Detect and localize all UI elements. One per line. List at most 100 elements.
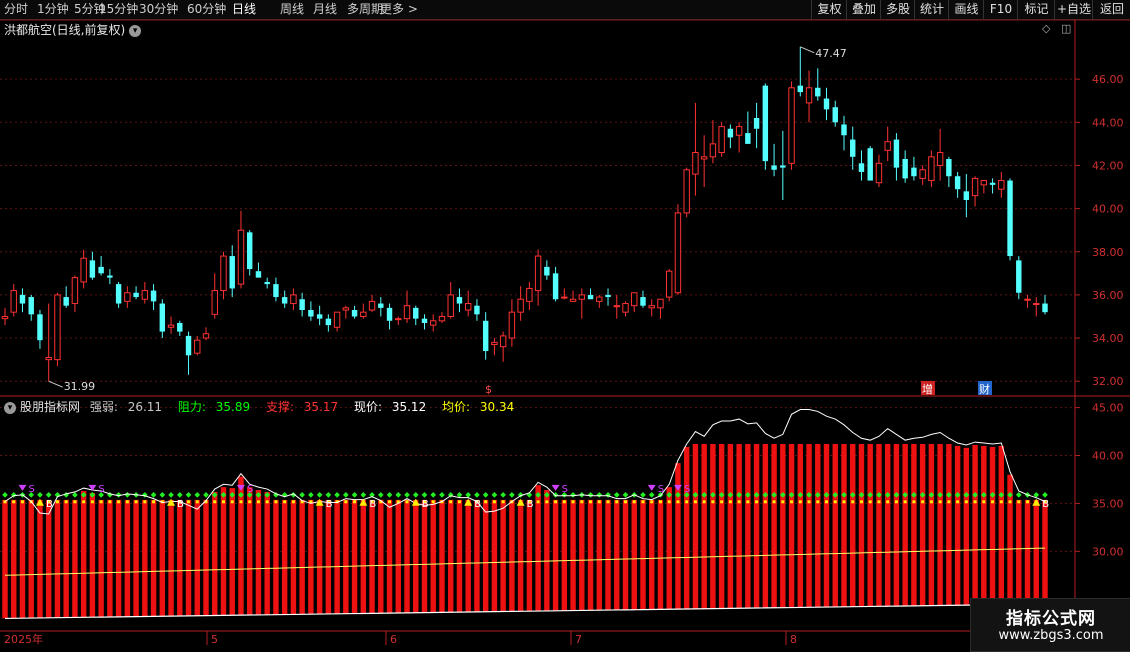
indicator-bar [605, 499, 611, 611]
indicator-bar [194, 499, 200, 616]
indicator-bar [255, 490, 262, 615]
support-dot [973, 500, 977, 504]
candle-body [534, 255, 542, 292]
indicator-bar [316, 499, 323, 615]
support-dot [921, 500, 925, 504]
candle-body [1007, 180, 1013, 257]
indicator-bar [692, 444, 699, 609]
kline-chart[interactable]: 46.00 44.00 42.00 40.00 38.00 36.00 34.00 32.00… [0, 0, 1130, 650]
resistance-dot [412, 492, 419, 498]
support-dot [143, 500, 147, 504]
candle-body [858, 163, 865, 172]
candle-body [762, 85, 769, 162]
candle-body [946, 158, 952, 177]
candle-body [718, 126, 725, 154]
indicator-bar [456, 499, 463, 613]
indicator-bar [867, 444, 873, 607]
x-axis-label: 2025年 [4, 632, 43, 646]
resistance-dot [509, 492, 515, 498]
candle-body [430, 320, 437, 326]
resistance-dot [648, 492, 655, 498]
indicator-bar [2, 499, 8, 619]
indicator-bar [911, 444, 917, 606]
candle-body [902, 158, 908, 179]
indicator-bar [430, 499, 436, 613]
indicator-bar [701, 444, 707, 609]
candle-body [1016, 260, 1022, 293]
candle-body [657, 298, 664, 309]
resistance-dot [168, 492, 174, 498]
candle-body [421, 318, 428, 323]
chevron-down-icon[interactable]: ▾ [4, 402, 16, 414]
indicator-bar [474, 499, 480, 612]
resistance-dot [421, 492, 428, 498]
candle-body [115, 284, 122, 304]
buy-signal-label: B [177, 499, 184, 510]
indicator-bar [351, 499, 358, 614]
indicator-bar [631, 499, 637, 610]
candle-body [936, 152, 944, 166]
buy-signal-label: B [527, 499, 534, 510]
candle-body [911, 167, 917, 177]
resistance-dot [570, 492, 576, 498]
indicator-bar [343, 499, 349, 614]
indicator-bar [378, 499, 384, 614]
indicator-bar [246, 487, 253, 616]
candle-body [805, 87, 813, 104]
support-dot [283, 500, 287, 504]
indicator-bar [395, 499, 401, 613]
support-dot [746, 500, 750, 504]
candle-body [220, 255, 227, 292]
indicator-bar [718, 444, 725, 609]
candle-body [893, 139, 900, 168]
indicator-bar [89, 492, 96, 618]
support-dot [388, 500, 392, 504]
candle-body [133, 292, 139, 298]
candle-body [700, 156, 708, 160]
support-dot [1008, 500, 1012, 504]
candle-body [928, 156, 935, 182]
indicator-bar [290, 499, 297, 615]
resistance-dot [72, 492, 78, 498]
buy-signal-label: B [46, 499, 53, 510]
candle-body [709, 143, 717, 158]
candle-body [552, 273, 559, 300]
support-dot [405, 500, 409, 504]
support-dot [265, 500, 269, 504]
candle-body [150, 290, 157, 302]
candle-body [980, 180, 988, 186]
support-dot [484, 500, 488, 504]
sell-signal-label: S [98, 484, 104, 495]
candle-body [438, 315, 446, 322]
indicator-bar [666, 487, 672, 610]
support-dot [676, 500, 680, 504]
indicator-bar [264, 491, 270, 615]
sell-signal-label: S [684, 484, 690, 495]
resistance-dot [176, 492, 183, 498]
indicator-bar [28, 499, 34, 619]
indicator-bar [780, 444, 786, 608]
indicator-bar [334, 499, 340, 614]
indicator-bar [54, 499, 61, 618]
support-dot [90, 500, 94, 504]
candle-body [561, 296, 568, 299]
support-dot [134, 500, 138, 504]
indicator-bar [823, 444, 830, 608]
indicator-bar [570, 499, 576, 611]
candle-body [19, 294, 26, 304]
support-dot [152, 500, 156, 504]
watermark-url: www.zbgs3.com [998, 628, 1104, 643]
indicator-bar [526, 499, 533, 612]
indicator-bar [596, 499, 602, 611]
indicator-bar [115, 499, 122, 617]
candle-body [674, 212, 682, 294]
support-dot [1026, 500, 1030, 504]
sell-signal-label: S [658, 484, 664, 495]
candle-body [797, 85, 804, 93]
candle-body [63, 297, 69, 306]
x-axis-label: 5 [211, 633, 218, 646]
candle-body [333, 311, 341, 328]
support-dot [964, 500, 968, 504]
y-tick-label: 44.00 [1092, 116, 1124, 129]
support-dot [798, 500, 802, 504]
